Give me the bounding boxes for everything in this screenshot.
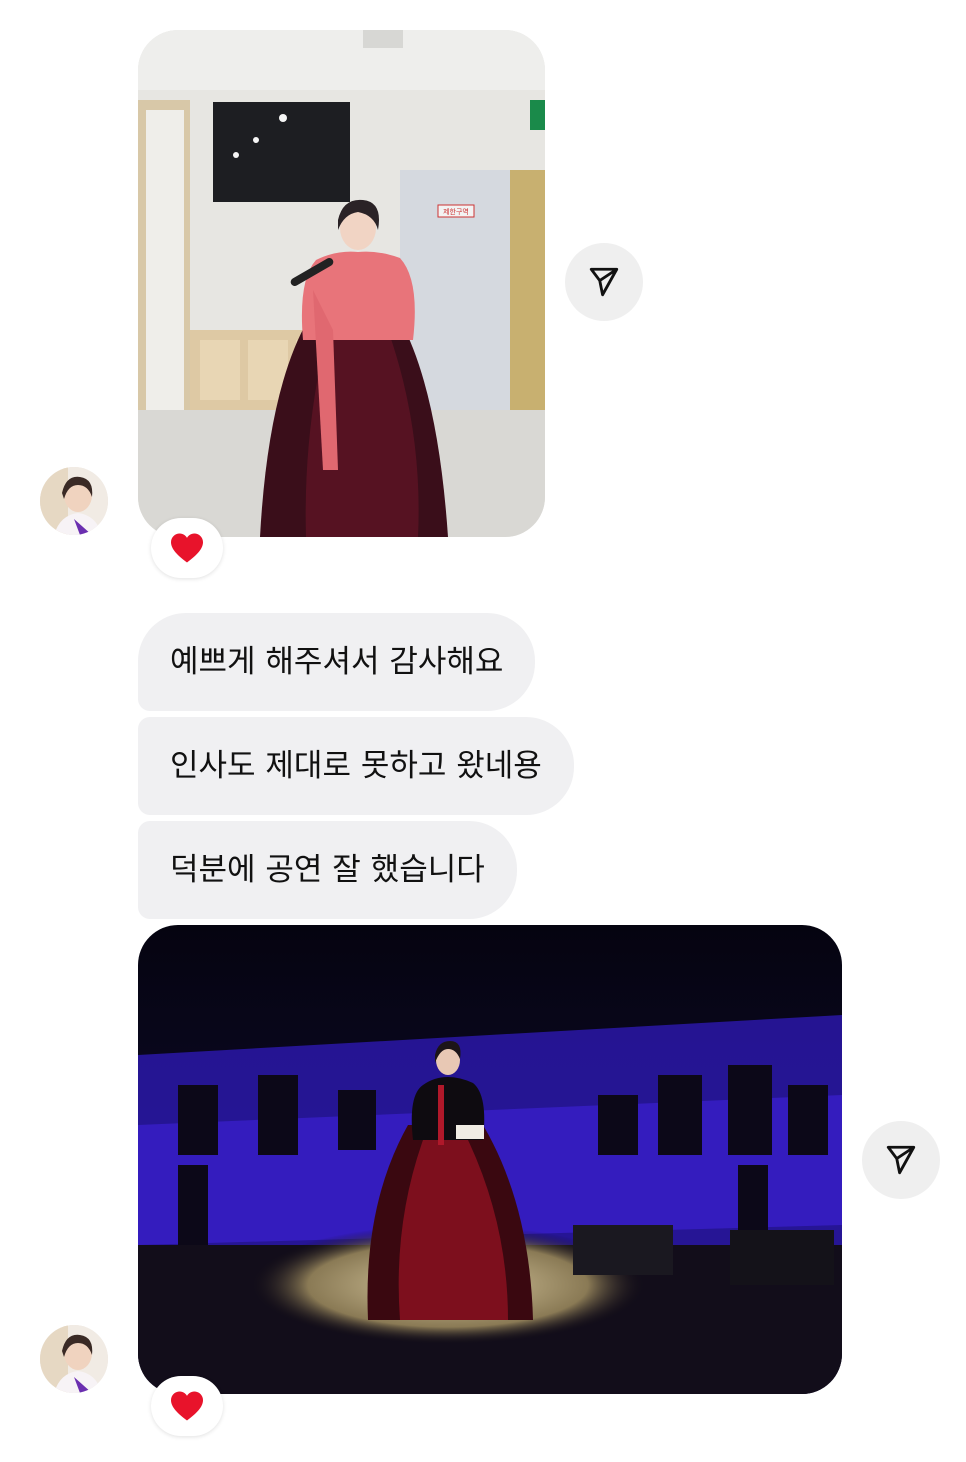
profile-avatar-image: [40, 467, 108, 535]
restricted-area-sign: 제한구역: [443, 207, 469, 216]
message-text: 덕분에 공연 잘 했습니다: [170, 852, 485, 888]
avatar[interactable]: [40, 1325, 108, 1393]
share-button-2[interactable]: [862, 1121, 940, 1199]
reaction-heart-2[interactable]: [151, 1376, 223, 1436]
photo-message-2[interactable]: [138, 925, 842, 1394]
reaction-heart-1[interactable]: [151, 518, 223, 578]
paper-plane-icon: [589, 267, 619, 297]
message-text: 인사도 제대로 못하고 왔네용: [170, 748, 542, 784]
message-bubble-1[interactable]: 예쁘게 해주셔서 감사해요: [138, 613, 536, 711]
message-bubble-2[interactable]: 인사도 제대로 못하고 왔네용: [138, 717, 574, 815]
share-button-1[interactable]: [565, 243, 643, 321]
photo-message-1[interactable]: 제한구역: [138, 30, 545, 537]
avatar[interactable]: [40, 467, 108, 535]
heart-icon: [171, 533, 203, 563]
photo-hanbok-pink: 제한구역: [138, 30, 545, 537]
heart-icon: [171, 1391, 203, 1421]
message-bubble-3[interactable]: 덕분에 공연 잘 했습니다: [138, 821, 517, 919]
message-text: 예쁘게 해주셔서 감사해요: [170, 644, 504, 680]
paper-plane-icon: [886, 1145, 916, 1175]
profile-avatar-image: [40, 1325, 108, 1393]
photo-stage-performance: [138, 925, 842, 1394]
